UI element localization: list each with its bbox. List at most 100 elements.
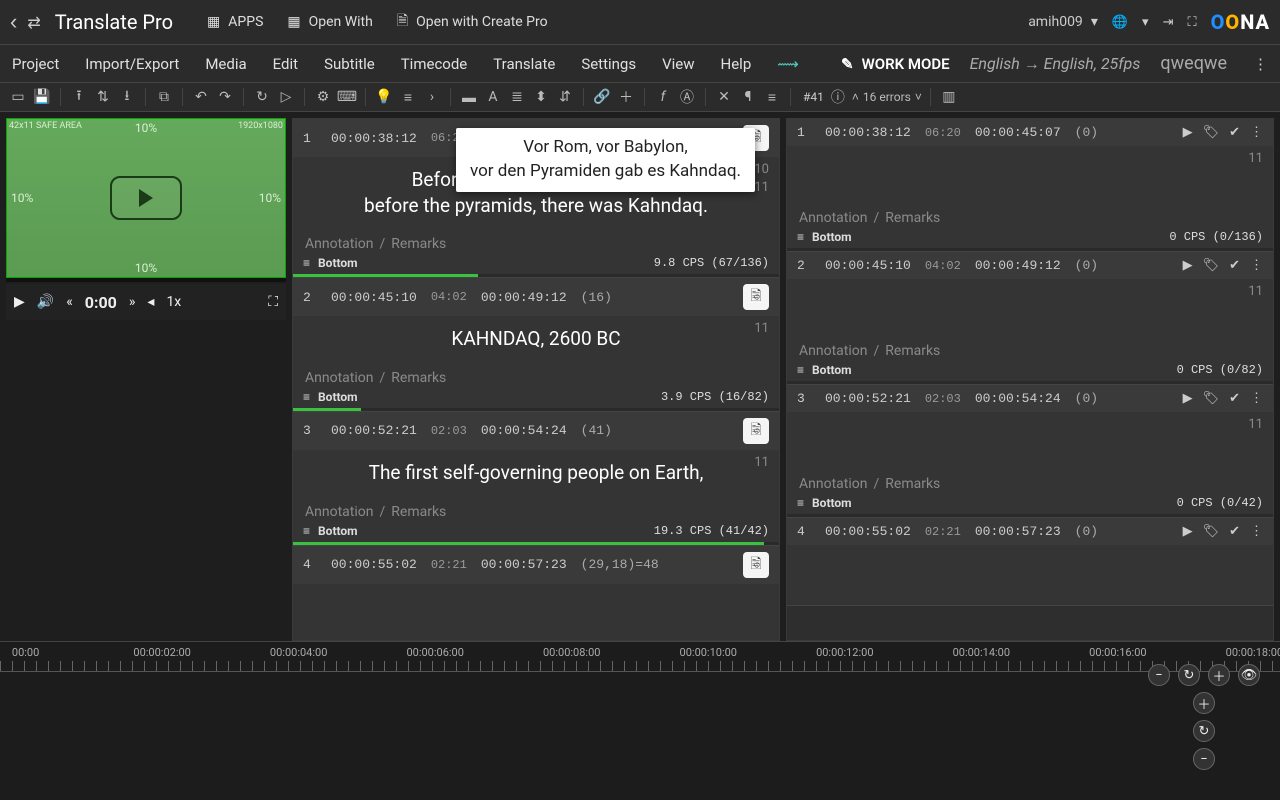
open-with-create-pro[interactable]: 🗎Open with Create Pro — [397, 10, 548, 34]
reset-button[interactable]: ↻ — [1178, 664, 1200, 686]
apps-menu[interactable]: ▦APPS — [207, 14, 263, 30]
tc-out[interactable]: 00:00:45:07 — [975, 125, 1061, 140]
errors-dropdown[interactable]: ˄ 16 errors ˅ — [852, 90, 922, 104]
play-row-icon[interactable]: ▶ — [1183, 391, 1193, 406]
annotation-row[interactable]: Annotation/Remarks — [787, 472, 1273, 494]
refresh-button[interactable]: ↻ — [1193, 720, 1215, 742]
align-icon[interactable]: ≡ — [797, 230, 804, 244]
source-pane[interactable]: 100:00:38:1206:2000:00:45:07(29,32)=61🗟1… — [292, 118, 780, 641]
fullscreen-icon[interactable]: ⛶ — [1187, 15, 1196, 30]
align-icon[interactable]: ≡ — [303, 390, 310, 404]
tag-icon[interactable]: 🏷 — [1203, 391, 1220, 406]
tc-in[interactable]: 00:00:52:21 — [331, 423, 417, 438]
subtitle-text[interactable]: 11KAHNDAQ, 2600 BC — [293, 316, 779, 366]
check-icon[interactable]: ✔ — [1229, 391, 1240, 406]
tc-out[interactable]: 00:00:54:24 — [481, 423, 567, 438]
copy-icon[interactable]: ⧉ — [154, 87, 174, 107]
work-mode[interactable]: ✎ WORK MODE — [841, 55, 950, 73]
pilcrow-icon[interactable]: ¶ — [738, 87, 758, 107]
subtitle-row[interactable]: 200:00:45:1004:0200:00:49:12(0)▶🏷✔⋮11Ann… — [787, 252, 1273, 385]
menu-media[interactable]: Media — [205, 55, 246, 73]
align-icon[interactable]: ≣ — [507, 87, 527, 107]
check-icon[interactable]: ✔ — [1229, 125, 1240, 140]
tc-in[interactable]: 00:00:45:10 — [331, 290, 417, 305]
tc-dur[interactable]: 02:21 — [431, 558, 467, 572]
timeline-body[interactable]: − ↻ ＋ 👁 ＋ ↻ − — [0, 672, 1280, 792]
wand-icon[interactable]: ⟿ — [777, 55, 799, 73]
bars-icon[interactable]: ≡ — [762, 87, 782, 107]
more-icon[interactable]: ⋮ — [1250, 391, 1263, 406]
tc-dur[interactable]: 04:02 — [431, 290, 467, 304]
annotation-row[interactable]: Annotation/Remarks — [293, 232, 779, 254]
add-button[interactable]: ＋ — [1193, 692, 1215, 714]
tc-out[interactable]: 00:00:49:12 — [975, 258, 1061, 273]
clear-icon[interactable]: ✕ — [714, 87, 734, 107]
subtitle-row[interactable]: 100:00:38:1206:2000:00:45:07(0)▶🏷✔⋮11Ann… — [787, 119, 1273, 252]
tc-dur[interactable]: 02:03 — [925, 392, 961, 406]
tc-out[interactable]: 00:00:57:23 — [975, 524, 1061, 539]
more-icon[interactable]: ⋮ — [1250, 524, 1263, 539]
annotation-row[interactable]: Annotation/Remarks — [787, 339, 1273, 361]
play-row-icon[interactable]: ▶ — [1183, 258, 1193, 273]
position-label[interactable]: Bottom — [812, 363, 852, 377]
check-icon[interactable]: ✔ — [1229, 258, 1240, 273]
font-icon[interactable]: A — [483, 87, 503, 107]
menu-translate[interactable]: Translate — [493, 55, 555, 73]
play-row-icon[interactable]: ▶ — [1183, 125, 1193, 140]
play-button[interactable] — [110, 176, 182, 220]
next-icon[interactable]: » — [129, 294, 136, 310]
menu-project[interactable]: Project — [12, 55, 59, 73]
video-preview[interactable]: 42x11 SAFE AREA 1920x1080 10% 10% 10% 10… — [6, 118, 286, 278]
tc-out[interactable]: 00:00:54:24 — [975, 391, 1061, 406]
play-icon[interactable]: ▷ — [276, 87, 296, 107]
subtitle-text[interactable] — [293, 584, 779, 641]
info-icon[interactable]: ⓘ — [828, 87, 848, 107]
tag-icon[interactable]: 🏷 — [1203, 524, 1220, 539]
user-menu[interactable]: amih009▾ — [1028, 14, 1098, 30]
open-with-menu[interactable]: ▦Open With — [287, 14, 372, 30]
zoom-in-button[interactable]: ＋ — [1208, 664, 1230, 686]
tc-in[interactable]: 00:00:52:21 — [825, 391, 911, 406]
italic-icon[interactable]: f — [653, 87, 673, 107]
style-icon[interactable]: Ⓐ — [677, 87, 697, 107]
translate-button[interactable]: 🗟 — [743, 552, 769, 578]
subtitle-row[interactable]: 300:00:52:2102:0300:00:54:24(0)▶🏷✔⋮11Ann… — [787, 385, 1273, 518]
tc-dur[interactable]: 04:02 — [925, 259, 961, 273]
position-label[interactable]: Bottom — [318, 390, 358, 404]
tag-icon[interactable]: 🏷 — [1203, 125, 1220, 140]
annotation-row[interactable]: Annotation/Remarks — [293, 500, 779, 522]
position-label[interactable]: Bottom — [812, 230, 852, 244]
tc-out[interactable]: 00:00:57:23 — [481, 557, 567, 572]
exit-icon[interactable]: ⇥ — [1163, 15, 1174, 30]
align-icon[interactable]: ≡ — [797, 496, 804, 510]
subtitle-text[interactable] — [787, 545, 1273, 605]
next-icon[interactable]: › — [422, 87, 442, 107]
volume-icon[interactable]: 🔊 — [37, 294, 54, 310]
chevron-down-icon[interactable]: ▾ — [1142, 15, 1149, 30]
swap-icon[interactable]: ⇵ — [555, 87, 575, 107]
position-label[interactable]: Bottom — [812, 496, 852, 510]
subtitle-row[interactable]: 200:00:45:1004:0200:00:49:12(16)🗟11KAHND… — [293, 278, 779, 412]
tc-in[interactable]: 00:00:38:12 — [331, 131, 417, 146]
tc-in[interactable]: 00:00:55:02 — [825, 524, 911, 539]
undo-icon[interactable]: ↶ — [191, 87, 211, 107]
subtitle-text[interactable]: 11 — [787, 279, 1273, 339]
tc-in[interactable]: 00:00:38:12 — [825, 125, 911, 140]
keyboard-icon[interactable]: ⌨ — [337, 87, 357, 107]
more-icon[interactable]: ⋮ — [1250, 125, 1263, 140]
list-icon[interactable]: ≡ — [398, 87, 418, 107]
translate-button[interactable]: 🗟 — [743, 418, 769, 444]
rect-icon[interactable]: ▬ — [459, 87, 479, 107]
annotation-row[interactable]: Annotation/Remarks — [787, 206, 1273, 228]
subtitle-row[interactable]: 400:00:55:0202:2100:00:57:23(0)▶🏷✔⋮ — [787, 518, 1273, 606]
new-icon[interactable]: ▭ — [8, 87, 28, 107]
more-icon[interactable]: ⋮ — [1253, 55, 1268, 73]
vertical-icon[interactable]: ⬍ — [531, 87, 551, 107]
eye-button[interactable]: 👁 — [1238, 664, 1260, 686]
tc-dur[interactable]: 02:21 — [925, 525, 961, 539]
globe-icon[interactable]: 🌐 — [1112, 15, 1128, 30]
step-back-icon[interactable]: ◂ — [147, 294, 154, 310]
download-icon[interactable]: ⭳ — [117, 87, 137, 107]
timeline-ruler[interactable]: 00:0000:00:02:0000:00:04:0000:00:06:0000… — [0, 642, 1280, 672]
plus-icon[interactable]: ＋ — [616, 87, 636, 107]
